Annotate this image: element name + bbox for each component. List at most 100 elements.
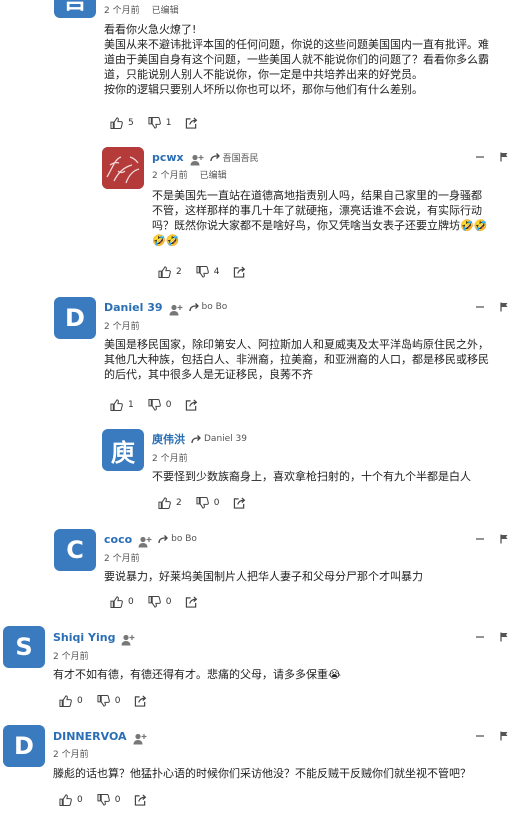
dislike-button[interactable]: 0 xyxy=(97,794,120,806)
reply-to[interactable]: 吾国吾民 xyxy=(210,151,259,164)
follow-user-icon[interactable] xyxy=(169,301,183,313)
flag-icon[interactable] xyxy=(499,302,509,312)
comment-actions: 5 1 xyxy=(110,116,217,130)
reply-to[interactable]: bo Bo xyxy=(189,302,227,312)
minimize-icon[interactable] xyxy=(475,731,485,741)
avatar[interactable]: D xyxy=(54,297,96,339)
follow-user-icon[interactable] xyxy=(133,730,147,742)
minimize-icon[interactable] xyxy=(475,302,485,312)
comment-time[interactable]: 2 个月前 xyxy=(104,6,140,16)
reply-to[interactable]: bo Bo xyxy=(158,534,197,544)
like-button[interactable]: 0 xyxy=(110,596,134,608)
comment-line: 其他几大种族，包括白人、非洲裔，拉美裔，和亚洲裔的人口，都是移民或移民 xyxy=(104,353,489,366)
comment-body: 不是美国先一直站在道德高地指责别人吗，结果自己家里的一身骚都 不管，这样那样的事… xyxy=(152,188,526,248)
share-button[interactable] xyxy=(185,399,203,411)
like-button[interactable]: 0 xyxy=(59,794,83,806)
avatar[interactable]: 吾 xyxy=(54,0,96,18)
dislike-count: 0 xyxy=(213,498,220,508)
avatar[interactable]: D xyxy=(3,725,45,767)
author-name[interactable]: Daniel 39 xyxy=(104,301,163,314)
minimize-icon[interactable] xyxy=(475,632,485,642)
share-icon xyxy=(134,695,147,707)
comment-line: 道，只能说别人别人不能说你，你一定是中共培养出来的好党员。 xyxy=(104,68,423,81)
flag-icon[interactable] xyxy=(499,632,509,642)
dislike-button[interactable]: 0 xyxy=(148,596,171,608)
comment-line: 不管，这样那样的事几十年了就硬拖，漂亮话谁不会说，有实际行动 xyxy=(152,204,482,217)
comment-time[interactable]: 2 个月前 xyxy=(104,322,140,332)
comment-line: 不是美国先一直站在道德高地指责别人吗，结果自己家里的一身骚都 xyxy=(152,189,482,202)
author-name[interactable]: coco xyxy=(104,533,132,546)
like-count: 2 xyxy=(176,498,182,508)
follow-user-icon[interactable] xyxy=(190,151,204,163)
comment-time[interactable]: 2 个月前 xyxy=(53,750,89,760)
share-button[interactable] xyxy=(185,596,203,608)
dislike-button[interactable]: 1 xyxy=(148,117,171,129)
avatar[interactable]: 庾 xyxy=(102,429,144,471)
like-button[interactable]: 5 xyxy=(110,117,134,129)
thumb-down-icon xyxy=(97,695,110,707)
comment-time[interactable]: 2 个月前 xyxy=(152,454,188,464)
dislike-count: 0 xyxy=(114,696,121,706)
like-button[interactable]: 1 xyxy=(110,399,134,411)
avatar[interactable]: C xyxy=(54,529,96,571)
comment-meta: 2 个月前 已编辑 xyxy=(104,3,179,16)
share-button[interactable] xyxy=(233,497,251,509)
comment-actions: 0 0 xyxy=(110,595,217,609)
comment-body: 美国是移民国家，除印第安人、阿拉斯加人和夏威夷及太平洋岛屿原住民之外， 其他几大… xyxy=(104,337,526,382)
thumb-up-icon xyxy=(158,497,171,509)
follow-user-icon[interactable] xyxy=(138,533,152,545)
minimize-icon[interactable] xyxy=(475,534,485,544)
thumb-down-icon xyxy=(97,794,110,806)
like-button[interactable]: 0 xyxy=(59,695,83,707)
minimize-icon[interactable] xyxy=(475,152,485,162)
share-button[interactable] xyxy=(134,794,152,806)
share-button[interactable] xyxy=(233,266,251,278)
share-button[interactable] xyxy=(134,695,152,707)
comment-line: 按你的逻辑只要别人坏所以你也可以坏，那你与他们有什么差别。 xyxy=(104,83,423,96)
thumb-down-icon xyxy=(148,596,161,608)
flag-icon[interactable] xyxy=(499,152,509,162)
dislike-button[interactable]: 0 xyxy=(97,695,121,707)
avatar[interactable]: S xyxy=(3,626,45,668)
author-name[interactable]: pcwx xyxy=(152,151,184,164)
dislike-button[interactable]: 0 xyxy=(148,399,171,411)
thumb-down-icon xyxy=(148,117,161,129)
comment-body: 有才不如有德，有德还得有才。悲痛的父母，请多多保重😭 xyxy=(53,667,523,682)
like-count: 0 xyxy=(77,795,83,805)
comment-controls xyxy=(475,534,509,544)
flag-icon[interactable] xyxy=(499,731,509,741)
comment-controls xyxy=(475,731,509,741)
follow-user-icon[interactable] xyxy=(121,631,135,643)
like-count: 0 xyxy=(128,597,134,607)
comment-actions: 0 0 xyxy=(59,694,166,708)
like-button[interactable]: 2 xyxy=(158,497,182,509)
comment-controls xyxy=(475,632,509,642)
share-icon xyxy=(134,794,147,806)
comment-time[interactable]: 2 个月前 xyxy=(53,652,89,662)
reply-to-name: 吾国吾民 xyxy=(222,153,259,164)
comment-line: 吗？既然你说大家都不是啥好鸟，你又凭啥当女表子还要立牌坊🤣🤣 xyxy=(152,219,488,232)
flag-icon[interactable] xyxy=(499,534,509,544)
comment-controls xyxy=(475,152,509,162)
dislike-button[interactable]: 0 xyxy=(196,497,220,509)
avatar[interactable] xyxy=(102,147,144,189)
share-button[interactable] xyxy=(185,117,203,129)
reply-to[interactable]: Daniel 39 xyxy=(191,434,247,444)
author-name[interactable]: DINNERVOA xyxy=(53,730,127,743)
dislike-button[interactable]: 4 xyxy=(196,266,219,278)
comment-line: 美国从来不避讳批评本国的任何问题，你说的这些问题美国国内一直有批评。难 xyxy=(104,38,489,51)
like-button[interactable]: 2 xyxy=(158,266,182,278)
comment-actions: 1 0 xyxy=(110,398,217,412)
comment-time[interactable]: 2 个月前 xyxy=(152,171,188,181)
comment-time[interactable]: 2 个月前 xyxy=(104,554,140,564)
comment-meta: 2 个月前 xyxy=(152,451,188,464)
comment-actions: 0 0 xyxy=(59,793,166,807)
author-name[interactable]: Shiqi Ying xyxy=(53,631,115,644)
comment-line: 🤣🤣 xyxy=(152,234,180,247)
thumb-up-icon xyxy=(110,117,123,129)
comment-body: 看看你火急火燎了! 美国从来不避讳批评本国的任何问题，你说的这些问题美国国内一直… xyxy=(104,22,524,97)
comment-line: 有才不如有德，有德还得有才。悲痛的父母，请多多保重😭 xyxy=(53,668,341,681)
avatar-letter: D xyxy=(65,304,85,332)
comment-controls xyxy=(475,302,509,312)
author-name[interactable]: 庾伟洪 xyxy=(152,431,185,447)
